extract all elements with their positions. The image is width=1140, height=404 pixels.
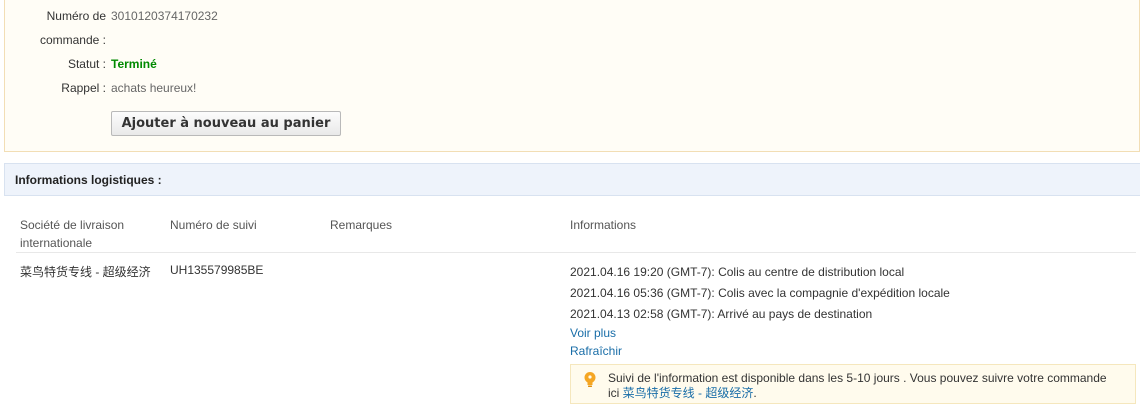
- tracking-notice: Suivi de l'information est disponible da…: [570, 364, 1136, 404]
- notice-prefix: ici: [608, 386, 623, 400]
- order-number-value: 3010120374170232: [111, 9, 218, 23]
- see-more-link[interactable]: Voir plus: [570, 326, 616, 340]
- notice-text-line2: ici 菜鸟特货专线 - 超级经济.: [608, 386, 1128, 401]
- refresh-link[interactable]: Rafraîchir: [570, 344, 622, 358]
- tracking-event: 2021.04.16 19:20 (GMT-7): Colis au centr…: [570, 265, 905, 279]
- tracking-event: 2021.04.16 05:36 (GMT-7): Colis avec la …: [570, 286, 950, 300]
- column-header-information: Informations: [570, 218, 637, 232]
- column-header-company: Société de livraison internationale: [20, 216, 124, 252]
- order-summary-panel: Numéro de 3010120374170232 commande : St…: [4, 0, 1140, 152]
- logistics-header: Informations logistiques :: [4, 163, 1140, 196]
- add-to-cart-again-button[interactable]: Ajouter à nouveau au panier: [111, 111, 341, 136]
- table-divider: [16, 252, 1136, 253]
- lightbulb-icon: [583, 371, 597, 389]
- tracking-number: UH135579985BE: [170, 263, 264, 277]
- reminder-value: achats heureux!: [111, 81, 197, 95]
- notice-suffix: .: [753, 386, 757, 400]
- notice-text: Suivi de l'information est disponible da…: [608, 371, 1128, 401]
- notice-carrier-link[interactable]: 菜鸟特货专线 - 超级经济: [623, 386, 754, 400]
- column-header-company-line1: Société de livraison: [20, 218, 125, 232]
- column-header-company-line2: internationale: [20, 236, 93, 250]
- column-header-tracking: Numéro de suivi: [170, 218, 257, 232]
- status-value: Terminé: [111, 57, 157, 71]
- reminder-label: Rappel :: [61, 81, 106, 95]
- order-number-label-line1: Numéro de: [46, 9, 106, 23]
- order-number-label: Numéro de: [5, 10, 106, 23]
- notice-text-line1: Suivi de l'information est disponible da…: [608, 371, 1107, 385]
- status-label: Statut :: [67, 57, 106, 71]
- tracking-event: 2021.04.13 02:58 (GMT-7): Arrivé au pays…: [570, 307, 873, 321]
- column-header-remarks: Remarques: [330, 218, 393, 232]
- order-number-label-line2: commande :: [39, 33, 106, 47]
- shipping-company: 菜鸟特货专线 - 超级经济: [20, 265, 151, 279]
